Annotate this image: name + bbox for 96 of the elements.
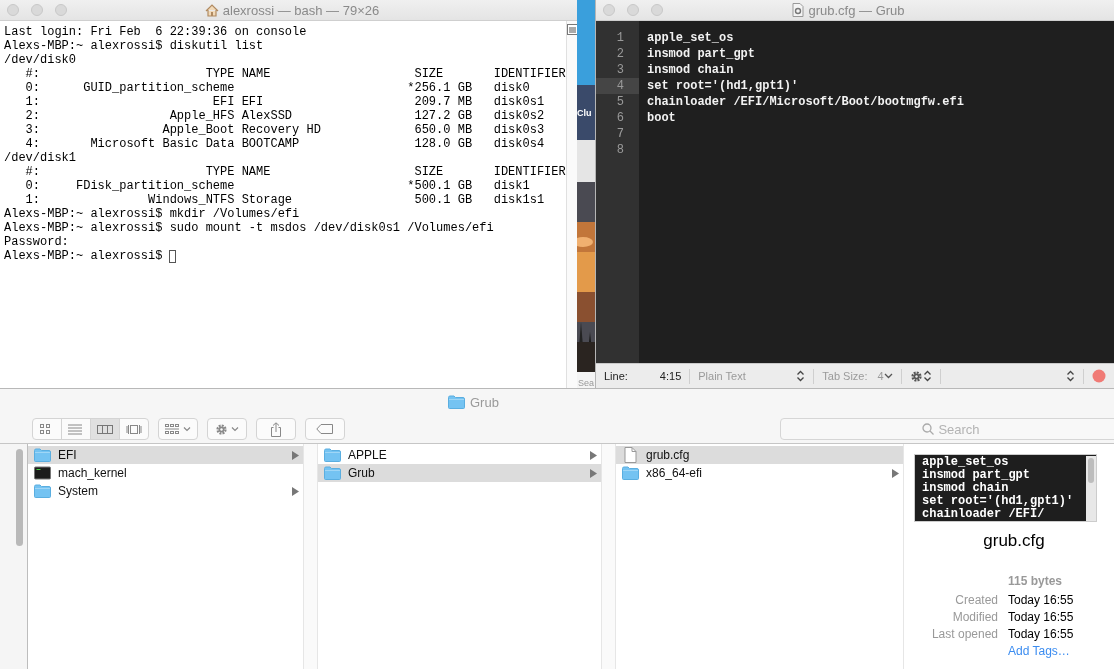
add-tags-link[interactable]: Add Tags… [1008, 644, 1114, 658]
code-line: insmod chain [922, 482, 1010, 495]
info-label: Created [954, 593, 998, 607]
column-view-icon [97, 422, 113, 436]
line-number: 4 [616, 79, 624, 93]
line-number: 5 [616, 95, 624, 109]
info-value: Today 16:55 [1008, 610, 1075, 624]
terminal-line: /dev/disk1 [4, 151, 76, 165]
split-pane-icon[interactable] [566, 24, 578, 35]
view-mode-control[interactable] [32, 418, 149, 440]
terminal-icon [34, 466, 51, 480]
chevron-down-icon[interactable] [883, 373, 893, 379]
file-row[interactable]: Grub [318, 464, 601, 482]
line-number: 1 [616, 31, 624, 45]
line-number: 8 [616, 143, 624, 157]
terminal-line: Last login: Fri Feb 6 22:39:36 on console [4, 25, 307, 39]
window-title: grub.cfg — Grub [808, 2, 905, 18]
settings-icon[interactable] [909, 369, 923, 383]
share-icon [270, 421, 282, 437]
terminal-line: 3: Apple_Boot Recovery HD 650.0 MB disk0s3 [24, 123, 545, 137]
terminal-line: 1: Windows_NTFS Storage 500.1 GB disk1s1 [24, 193, 545, 207]
terminal-line: Password: [4, 235, 69, 249]
share-button[interactable] [256, 418, 296, 440]
terminal-line: Alexs-MBP:~ alexrossi$ [4, 249, 163, 263]
home-icon [204, 3, 219, 17]
file-size: 115 bytes [1008, 574, 1064, 588]
terminal-line: #: TYPE NAME SIZE IDENTIFIER [24, 67, 566, 81]
line-number: 2 [616, 47, 624, 61]
terminal-line: /dev/disk0 [4, 53, 76, 67]
file-row[interactable]: System [28, 482, 303, 500]
document-icon [792, 3, 805, 17]
code-line: apple_set_os [647, 31, 734, 45]
sidebar-label: Clu [577, 107, 592, 118]
code-line: boot [647, 111, 676, 125]
syntax-label: Plain Text [698, 370, 747, 382]
settings-icon [215, 422, 228, 436]
cursor-position: 4:15 [659, 370, 682, 382]
window-title: Grub [470, 394, 499, 410]
list-view-icon [68, 422, 84, 436]
terminal-line: Alexs-MBP:~ alexrossi$ diskutil list [4, 39, 264, 53]
search-icon [922, 423, 935, 435]
chevron-down-icon [183, 426, 191, 432]
document-icon [622, 447, 639, 463]
code-line: insmod chain [647, 63, 734, 77]
tags-button[interactable] [305, 418, 345, 440]
up-down-arrows-icon[interactable] [1066, 370, 1075, 382]
file-row[interactable]: EFI [28, 446, 303, 464]
terminal-line: #: TYPE NAME SIZE IDENTIFIER [24, 165, 566, 179]
folder-icon [34, 484, 51, 498]
chevron-down-icon [231, 426, 239, 432]
file-row[interactable]: grub.cfg [616, 446, 903, 464]
folder-icon [324, 448, 341, 462]
tag-icon [316, 424, 334, 434]
terminal-line: Alexs-MBP:~ alexrossi$ sudo mount -t msdos /dev/disk0s1 /Volumes/efi [4, 221, 494, 235]
folder-icon [324, 466, 341, 480]
window-title: alexrossi — bash — 79×26 [222, 2, 380, 18]
code-line: chainloader /EFI/ [922, 508, 1046, 521]
info-label: Last opened [930, 627, 998, 641]
terminal-line: Alexs-MBP:~ alexrossi$ mkdir /Volumes/efi [4, 207, 300, 221]
code-line: set root='(hd1,gpt1)' [922, 495, 1075, 508]
action-button[interactable] [207, 418, 247, 440]
scrollbar-thumb[interactable] [1088, 458, 1094, 483]
code-line: set root='(hd1,gpt1)' [647, 79, 799, 93]
info-value: Today 16:55 [1008, 627, 1075, 641]
coverflow-view-icon [126, 422, 142, 436]
code-line: apple_set_os [922, 456, 1010, 469]
file-row[interactable]: APPLE [318, 446, 601, 464]
code-line: chainloader /EFI/Microsoft/Boot/bootmgfw.efi [647, 95, 964, 109]
file-row[interactable]: mach_kernel [28, 464, 303, 482]
grid-icon [165, 423, 180, 435]
folder-icon [448, 395, 465, 409]
column-view-button[interactable] [91, 419, 120, 439]
line-label: Line: [604, 370, 628, 382]
terminal-line: 1: EFI EFI 209.7 MB disk0s1 [24, 95, 545, 109]
line-number: 6 [616, 111, 624, 125]
tab-size-label: Tab Size: [822, 370, 868, 382]
terminal-line: 4: Microsoft Basic Data BOOTCAMP 128.0 GB disk0s4 [24, 137, 545, 151]
line-number: 3 [616, 63, 624, 77]
up-down-arrows-icon[interactable] [922, 370, 932, 382]
info-label: Modified [951, 610, 998, 624]
info-value: Today 16:55 [1008, 593, 1075, 607]
line-number: 7 [616, 127, 624, 141]
search-field-text: Sea [577, 377, 595, 388]
arrange-button[interactable] [158, 418, 198, 440]
scrollbar-thumb[interactable] [16, 449, 23, 546]
record-indicator-icon [1092, 369, 1106, 383]
terminal-line: 0: GUID_partition_scheme *256.1 GB disk0 [24, 81, 530, 95]
up-down-arrows-icon[interactable] [796, 370, 806, 382]
folder-icon [622, 466, 639, 480]
file-row[interactable]: x86_64-efi [616, 464, 903, 482]
file-name: grub.cfg [982, 531, 1046, 551]
terminal-line: 0: FDisk_partition_scheme *500.1 GB disk1 [24, 179, 530, 193]
code-line: insmod part_gpt [647, 47, 756, 61]
code-line: insmod part_gpt [922, 469, 1032, 482]
folder-icon [34, 448, 51, 462]
terminal-line: 2: Apple_HFS AlexSSD 127.2 GB disk0s2 [24, 109, 545, 123]
